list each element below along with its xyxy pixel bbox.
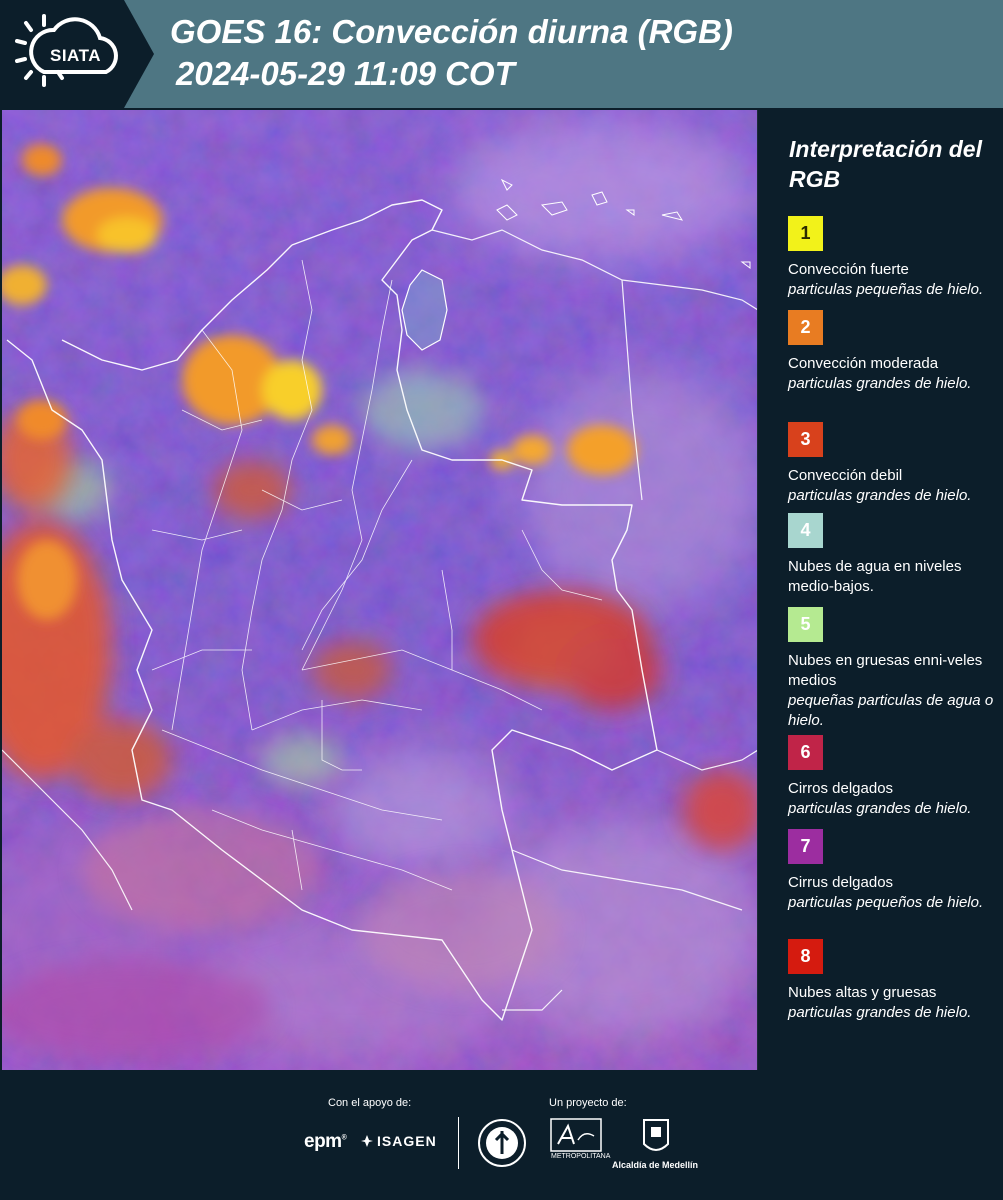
legend-desc-1: particulas pequeñas de hielo. [788, 281, 984, 298]
medellin-seal-icon [478, 1119, 526, 1167]
legend-item-5: 5 Nubes en gruesas enni-veles medios peq… [788, 607, 1000, 731]
legend-item-6: 6 Cirros delgados particulas grandes de … [788, 735, 1000, 819]
area-metropolitana-text: METROPOLITANA [551, 1153, 611, 1160]
legend-item-3: 3 Convección debil particulas grandes de… [788, 422, 1000, 506]
legend-item-1: 1 Convección fuerte particulas pequeñas … [788, 216, 1000, 300]
legend-label-3: Convección debil [788, 467, 903, 484]
legend-desc-5: pequeñas particulas de agua o hielo. [788, 692, 994, 729]
legend-number-1: 1 [800, 223, 811, 243]
legend-desc-3: particulas grandes de hielo. [788, 487, 972, 504]
legend-label-4: Nubes de agua en niveles medio-bajos. [788, 558, 962, 595]
siata-logo-text: SIATA [50, 46, 101, 65]
legend-item-8: 8 Nubes altas y gruesas particulas grand… [788, 939, 1000, 1023]
legend-swatch-8: 8 [788, 939, 823, 974]
legend-item-2: 2 Convección moderada particulas grandes… [788, 310, 1000, 394]
footer-divider [458, 1117, 459, 1169]
legend-label-7: Cirrus delgados [788, 874, 894, 891]
legend-number-5: 5 [800, 614, 811, 634]
legend-swatch-6: 6 [788, 735, 823, 770]
legend-number-7: 7 [800, 836, 811, 856]
legend-swatch-4: 4 [788, 513, 823, 548]
satellite-image [2, 110, 758, 1070]
footer: Con el apoyo de: Un proyecto de: epm® IS… [0, 1070, 1003, 1200]
legend-number-6: 6 [800, 742, 811, 762]
legend-item-7: 7 Cirrus delgados particulas pequeños de… [788, 829, 1000, 913]
epm-logo-text: epm [304, 1131, 342, 1152]
legend-number-2: 2 [800, 317, 811, 337]
siata-logo: SIATA [0, 0, 124, 108]
support-label: Con el apoyo de: [328, 1097, 412, 1109]
legend-number-8: 8 [800, 946, 811, 966]
legend-title: Interpretación del RGB [789, 136, 982, 192]
legend-desc-2: particulas grandes de hielo. [788, 375, 972, 392]
header-arrow [124, 0, 154, 108]
isagen-icon [361, 1135, 373, 1147]
epm-logo: epm® [304, 1131, 347, 1152]
legend-desc-8: particulas grandes de hielo. [788, 1004, 972, 1021]
legend-label-6: Cirros delgados [788, 780, 894, 797]
legend-desc-7: particulas pequeños de hielo. [788, 894, 984, 911]
isagen-logo: ISAGEN [360, 1133, 437, 1149]
legend-label-5: Nubes en gruesas enni-veles medios [788, 652, 983, 689]
satellite-map [2, 110, 757, 1070]
legend-swatch-5: 5 [788, 607, 823, 642]
isagen-text: ISAGEN [377, 1133, 437, 1149]
legend-label-1: Convección fuerte [788, 261, 909, 278]
page-title: GOES 16: Convección diurna (RGB) [170, 13, 733, 50]
legend-desc-6: particulas grandes de hielo. [788, 800, 972, 817]
legend-swatch-7: 7 [788, 829, 823, 864]
project-label: Un proyecto de: [549, 1097, 627, 1109]
legend-label-2: Convección moderada [788, 355, 939, 372]
legend-number-3: 3 [800, 429, 811, 449]
legend-swatch-1: 1 [788, 216, 823, 251]
legend-number-4: 4 [800, 520, 811, 540]
legend-swatch-2: 2 [788, 310, 823, 345]
legend-swatch-3: 3 [788, 422, 823, 457]
timestamp: 2024-05-29 11:09 COT [176, 55, 515, 92]
legend-panel: Interpretación del RGB 1 Convección fuer… [760, 110, 1003, 1070]
alcaldia-shield-icon [643, 1119, 669, 1151]
legend-item-4: 4 Nubes de agua en niveles medio-bajos. [788, 513, 1000, 597]
legend-label-8: Nubes altas y gruesas [788, 984, 937, 1001]
alcaldia-text: Alcaldía de Medellín [612, 1160, 699, 1170]
area-metropolitana-logo [550, 1118, 602, 1152]
